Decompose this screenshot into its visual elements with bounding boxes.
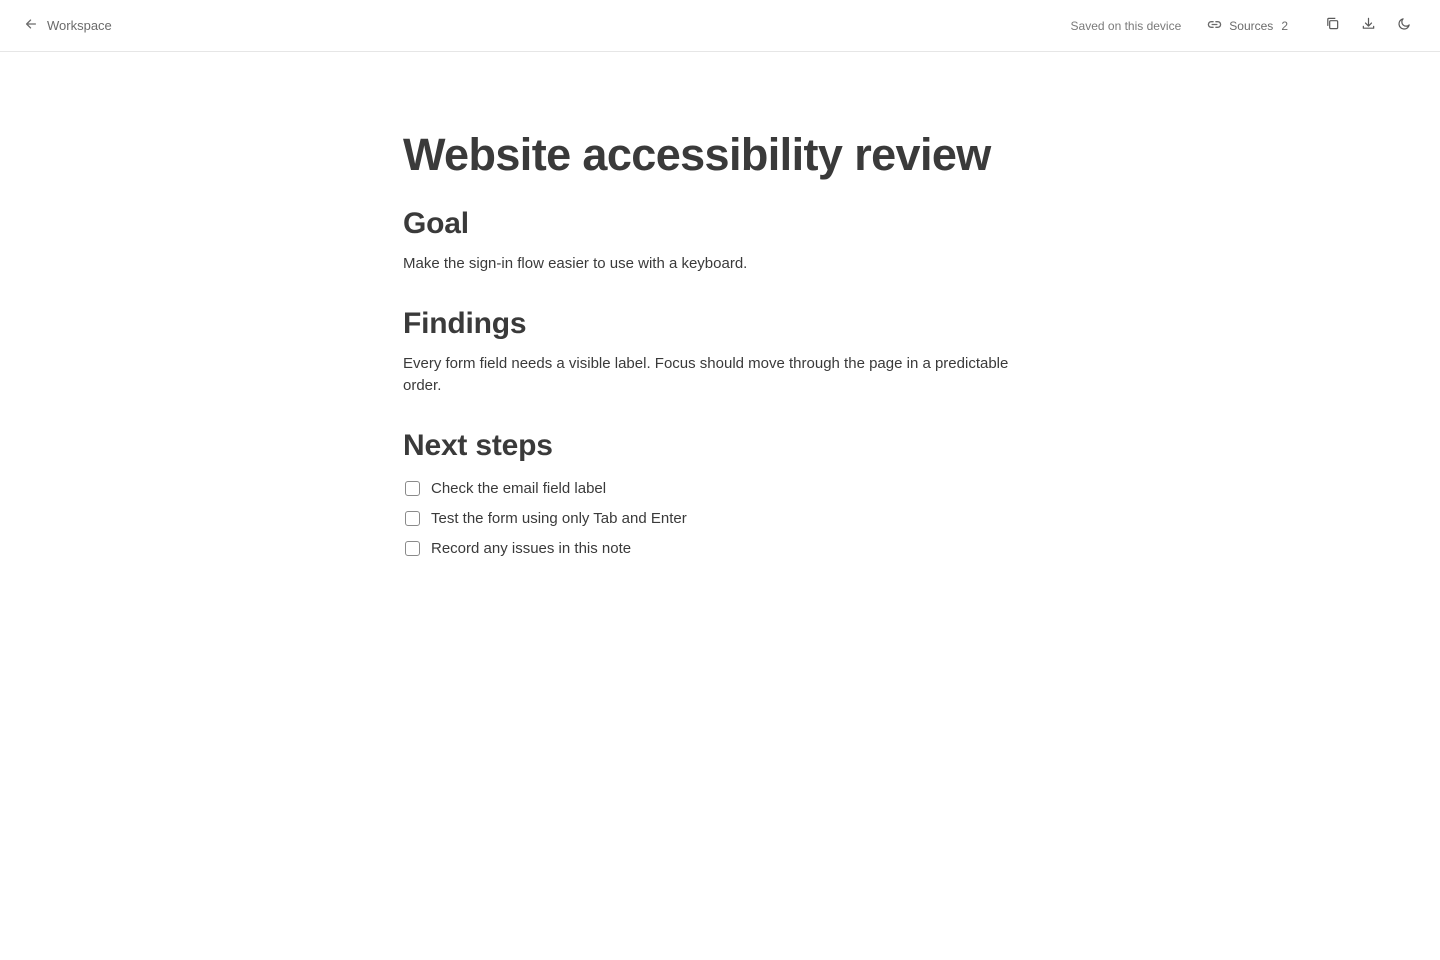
task-item: Check the email field label (403, 473, 1043, 503)
task-checkbox[interactable] (405, 540, 420, 556)
task-label[interactable]: Check the email field label (431, 480, 606, 497)
task-item: Test the form using only Tab and Enter (403, 503, 1043, 533)
save-status: Saved on this device (1070, 18, 1182, 33)
document: Website accessibility review Goal Make t… (403, 127, 1043, 563)
task-checkbox[interactable] (405, 480, 420, 496)
arrow-left-icon (24, 17, 38, 34)
top-bar: Workspace Saved on this device Sources 2 (0, 0, 1440, 52)
task-checkbox[interactable] (405, 510, 420, 526)
section-body-findings[interactable]: Every form field needs a visible label. … (403, 353, 1043, 397)
download-button[interactable] (1356, 14, 1380, 38)
sources-label: Sources (1229, 18, 1274, 33)
task-list: Check the email field label Test the for… (403, 473, 1043, 563)
section-heading-goal[interactable]: Goal (403, 205, 1043, 243)
section-heading-next-steps[interactable]: Next steps (403, 427, 1043, 465)
toolbar: Saved on this device Sources 2 (1071, 0, 1416, 52)
task-item: Record any issues in this note (403, 533, 1043, 563)
section-body-goal[interactable]: Make the sign-in flow easier to use with… (403, 253, 1043, 275)
copy-icon (1325, 16, 1340, 36)
task-label[interactable]: Test the form using only Tab and Enter (431, 510, 687, 527)
sources-button[interactable]: Sources 2 (1207, 17, 1288, 35)
section-heading-findings[interactable]: Findings (403, 305, 1043, 343)
theme-toggle-button[interactable] (1392, 14, 1416, 38)
task-label[interactable]: Record any issues in this note (431, 540, 631, 557)
download-icon (1361, 16, 1376, 36)
moon-icon (1397, 16, 1412, 36)
document-title[interactable]: Website accessibility review (403, 127, 1043, 183)
sources-count: 2 (1281, 18, 1288, 33)
back-label: Workspace (47, 18, 112, 33)
link-icon (1207, 17, 1223, 35)
back-to-workspace-button[interactable]: Workspace (24, 14, 112, 38)
copy-button[interactable] (1320, 14, 1344, 38)
